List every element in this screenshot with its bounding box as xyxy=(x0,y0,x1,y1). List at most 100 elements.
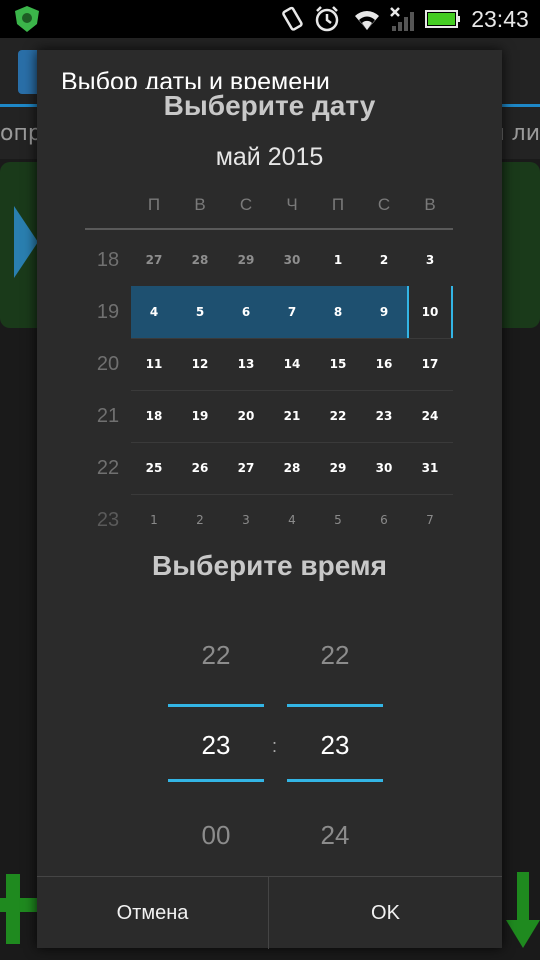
weekday-label: С xyxy=(377,195,391,214)
dialog-title: Выбор даты и времени xyxy=(61,70,330,89)
vibrate-icon xyxy=(275,0,309,38)
calendar-day[interactable]: 19 xyxy=(177,390,223,442)
calendar-week: 22 25 26 27 28 29 30 31 xyxy=(85,442,455,495)
hour-next[interactable]: 00 xyxy=(168,820,264,851)
week-days: 1 2 3 4 5 6 7 xyxy=(131,494,453,546)
status-bar: 23:43 xyxy=(0,0,540,38)
date-time-dialog: Выбор даты и времени Выберите дату май 2… xyxy=(37,50,502,949)
battery-icon xyxy=(423,0,463,38)
calendar-day[interactable]: 3 xyxy=(223,494,269,546)
calendar-day[interactable]: 2 xyxy=(177,494,223,546)
ok-button[interactable]: OK xyxy=(269,877,502,949)
week-days-selected: 4 5 6 7 8 9 10 xyxy=(131,286,453,339)
calendar-day[interactable]: 30 xyxy=(269,234,315,286)
calendar-day[interactable]: 13 xyxy=(223,338,269,390)
calendar-day[interactable]: 14 xyxy=(269,338,315,390)
calendar-day[interactable]: 3 xyxy=(407,234,453,286)
plus-icon xyxy=(0,874,38,944)
calendar-day[interactable]: 8 xyxy=(315,286,361,338)
calendar-day[interactable]: 23 xyxy=(361,390,407,442)
week-number: 19 xyxy=(96,300,120,323)
calendar-day[interactable]: 7 xyxy=(407,494,453,546)
minute-picker[interactable]: 22 23 24 xyxy=(287,620,383,870)
background-tab-left: опр xyxy=(0,121,42,146)
calendar-day[interactable]: 6 xyxy=(223,286,269,338)
weekday-header: П В С Ч П С В xyxy=(131,195,453,221)
calendar-day[interactable]: 5 xyxy=(315,494,361,546)
calendar-day[interactable]: 4 xyxy=(131,286,177,338)
down-arrow-icon xyxy=(506,872,540,948)
hour-divider-top xyxy=(168,704,264,707)
calendar-day[interactable]: 29 xyxy=(315,442,361,494)
calendar-day[interactable]: 27 xyxy=(223,442,269,494)
wifi-icon xyxy=(349,0,385,38)
android-shield-icon xyxy=(10,0,44,38)
calendar-week: 23 1 2 3 4 5 6 7 xyxy=(85,494,455,546)
play-arrow-icon xyxy=(14,206,38,278)
no-signal-icon xyxy=(387,0,419,38)
calendar-day-selected[interactable]: 10 xyxy=(407,286,453,338)
calendar-week: 18 27 28 29 30 1 2 3 xyxy=(85,234,455,287)
alarm-icon xyxy=(310,0,344,38)
weekday-label: Ч xyxy=(286,195,298,214)
week-number: 18 xyxy=(96,248,120,271)
calendar-day[interactable]: 29 xyxy=(223,234,269,286)
calendar-week-selected: 19 4 5 6 7 8 9 10 xyxy=(85,286,455,339)
calendar-day[interactable]: 5 xyxy=(177,286,223,338)
calendar-week: 20 11 12 13 14 15 16 17 xyxy=(85,338,455,391)
calendar-day[interactable]: 11 xyxy=(131,338,177,390)
month-label: май 2015 xyxy=(215,143,324,171)
weekday-label: В xyxy=(194,195,206,214)
calendar-day[interactable]: 2 xyxy=(361,234,407,286)
calendar-day[interactable]: 9 xyxy=(361,286,407,338)
week-days: 18 19 20 21 22 23 24 xyxy=(131,390,453,443)
calendar-day[interactable]: 17 xyxy=(407,338,453,390)
status-time: 23:43 xyxy=(471,5,529,32)
calendar-day[interactable]: 7 xyxy=(269,286,315,338)
calendar-day[interactable]: 22 xyxy=(315,390,361,442)
calendar-day[interactable]: 30 xyxy=(361,442,407,494)
calendar-grid[interactable]: 18 27 28 29 30 1 2 3 19 4 5 6 7 8 9 10 2… xyxy=(85,234,455,546)
minute-divider-top xyxy=(287,704,383,707)
date-section-title: Выберите дату xyxy=(163,90,376,121)
minute-prev[interactable]: 22 xyxy=(287,640,383,671)
calendar-day[interactable]: 25 xyxy=(131,442,177,494)
calendar-day[interactable]: 15 xyxy=(315,338,361,390)
calendar-day[interactable]: 24 xyxy=(407,390,453,442)
minute-next[interactable]: 24 xyxy=(287,820,383,851)
hour-picker[interactable]: 22 23 00 xyxy=(168,620,264,870)
calendar-day[interactable]: 1 xyxy=(315,234,361,286)
weekday-label: В xyxy=(424,195,436,214)
calendar-day[interactable]: 21 xyxy=(269,390,315,442)
weekday-label: П xyxy=(147,195,161,214)
calendar-day[interactable]: 28 xyxy=(177,234,223,286)
dialog-button-bar: Отмена OK xyxy=(37,876,502,949)
weekday-label: С xyxy=(239,195,253,214)
week-number: 21 xyxy=(96,404,120,427)
calendar-day[interactable]: 6 xyxy=(361,494,407,546)
calendar-day[interactable]: 26 xyxy=(177,442,223,494)
week-days: 11 12 13 14 15 16 17 xyxy=(131,338,453,391)
weekday-label: П xyxy=(331,195,345,214)
week-number: 22 xyxy=(96,456,120,479)
hour-current[interactable]: 23 xyxy=(168,730,264,761)
hour-prev[interactable]: 22 xyxy=(168,640,264,671)
cancel-button[interactable]: Отмена xyxy=(37,877,268,949)
calendar-day[interactable]: 12 xyxy=(177,338,223,390)
minute-current[interactable]: 23 xyxy=(287,730,383,761)
week-days: 27 28 29 30 1 2 3 xyxy=(131,234,453,287)
calendar-day[interactable]: 31 xyxy=(407,442,453,494)
calendar-day[interactable]: 28 xyxy=(269,442,315,494)
calendar-day[interactable]: 16 xyxy=(361,338,407,390)
week-number: 23 xyxy=(96,508,120,531)
calendar-day[interactable]: 1 xyxy=(131,494,177,546)
calendar-divider xyxy=(85,228,453,230)
calendar-day[interactable]: 27 xyxy=(131,234,177,286)
calendar-day[interactable]: 18 xyxy=(131,390,177,442)
calendar-day[interactable]: 4 xyxy=(269,494,315,546)
week-days: 25 26 27 28 29 30 31 xyxy=(131,442,453,495)
hour-divider-bottom xyxy=(168,779,264,782)
time-separator: : xyxy=(272,736,278,756)
calendar-day[interactable]: 20 xyxy=(223,390,269,442)
time-section-title: Выберите время xyxy=(152,550,387,581)
